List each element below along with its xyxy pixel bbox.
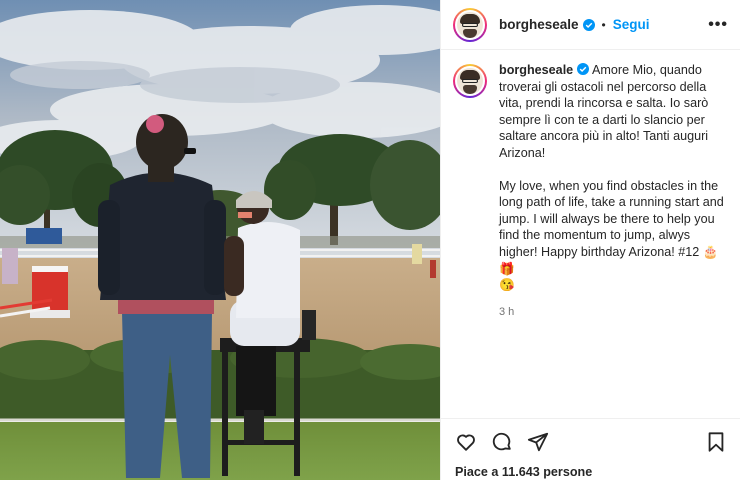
caption-author-avatar[interactable] — [453, 64, 487, 98]
author-avatar[interactable] — [453, 7, 487, 42]
caption-emoji: 😘 — [499, 278, 515, 293]
post-timestamp[interactable]: 3 h — [499, 304, 729, 321]
separator-dot: • — [601, 17, 606, 32]
post-photo[interactable] — [0, 0, 440, 480]
grass — [0, 422, 440, 480]
follow-button[interactable]: Segui — [613, 17, 650, 32]
comment-icon[interactable] — [491, 431, 515, 455]
post-header: borgheseale • Segui ••• — [441, 0, 740, 50]
bookmark-icon[interactable] — [705, 431, 729, 455]
caption-verified-badge-icon — [577, 63, 590, 75]
post-photo-scene — [0, 0, 440, 480]
caption-username[interactable]: borgheseale — [499, 63, 573, 77]
post-actions: Piace a 11.643 persone — [441, 418, 740, 480]
more-options-icon[interactable]: ••• — [708, 16, 728, 34]
distant-truck — [26, 228, 62, 244]
caption-text: borgheseale Amore Mio, quando troverai g… — [499, 62, 729, 320]
author-username[interactable]: borgheseale — [499, 17, 579, 32]
caption-italian: Amore Mio, quando troverai gli ostacoli … — [499, 63, 712, 160]
caption-block: borgheseale Amore Mio, quando troverai g… — [441, 62, 740, 320]
caption-english: My love, when you find obstacles in the … — [499, 178, 728, 276]
likes-count[interactable]: Piace a 11.643 persone — [455, 465, 729, 479]
verified-badge-icon — [582, 18, 595, 31]
post-side-panel: borgheseale • Segui ••• borgheseale Amor… — [440, 0, 740, 480]
heart-icon[interactable] — [455, 431, 479, 455]
share-icon[interactable] — [527, 431, 551, 455]
